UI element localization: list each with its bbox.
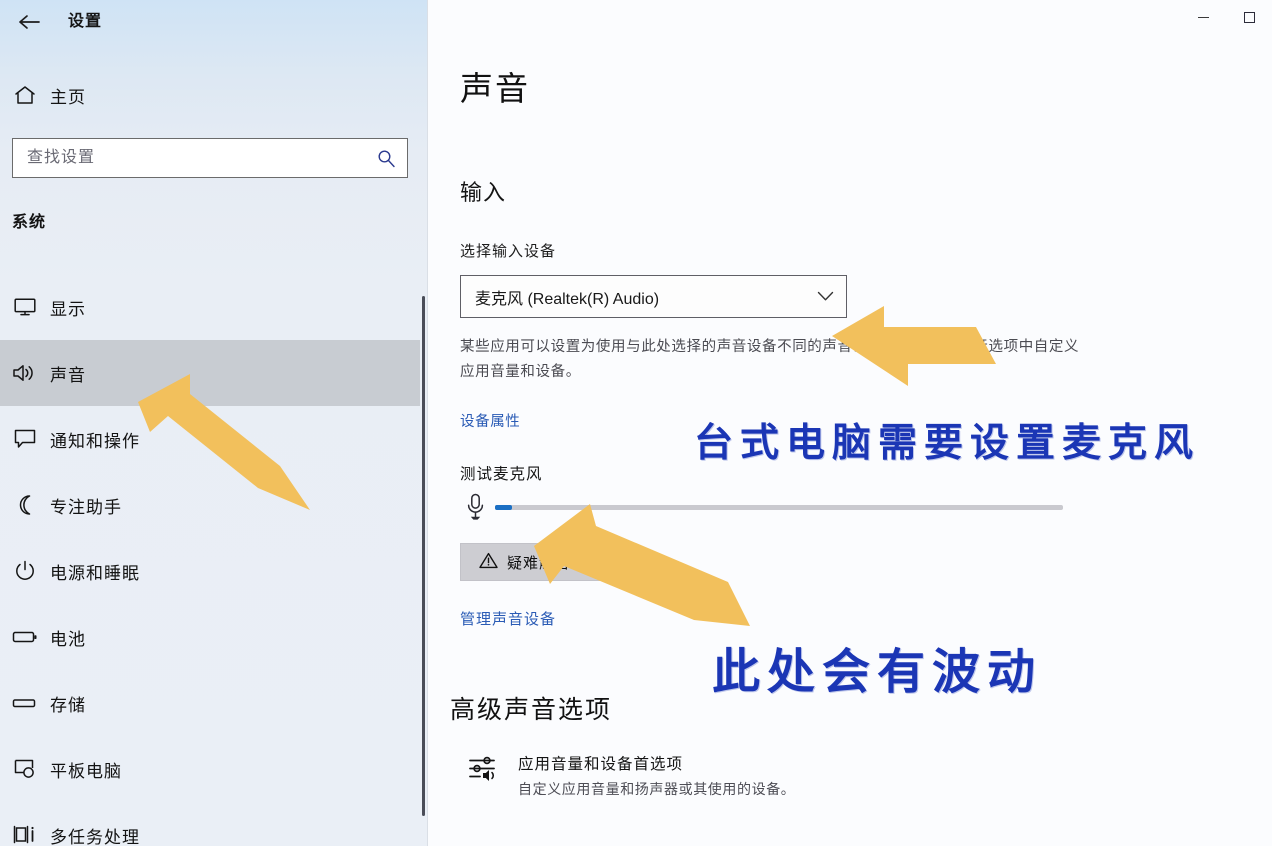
sidebar-titlebar: 设置	[0, 0, 428, 46]
input-device-dropdown[interactable]: 麦克风 (Realtek(R) Audio)	[460, 275, 847, 318]
search-box[interactable]	[12, 138, 408, 178]
app-volume-preferences-subtitle: 自定义应用音量和扬声器或其使用的设备。	[518, 781, 796, 797]
annotation-text-2: 此处会有波动	[712, 646, 1043, 699]
sidebar-item-sound-label: 声音	[50, 365, 86, 385]
multitask-icon	[0, 824, 50, 846]
moon-icon	[0, 494, 50, 516]
sidebar-item-focus-assist[interactable]: 专注助手	[0, 472, 420, 538]
maximize-icon	[1243, 11, 1255, 23]
troubleshoot-button[interactable]: 疑难解答	[460, 543, 625, 581]
search-icon[interactable]	[365, 139, 407, 177]
sidebar-group-title: 系统	[12, 214, 47, 231]
sidebar-item-battery-label: 电池	[50, 629, 86, 649]
input-device-description: 某些应用可以设置为使用与此处选择的声音设备不同的声音设备。请在高级声音选项中自定…	[460, 339, 1080, 381]
maximize-button[interactable]	[1226, 0, 1272, 34]
speech-bubble-icon	[0, 428, 50, 450]
sidebar-item-power-sleep[interactable]: 电源和睡眠	[0, 538, 420, 604]
speaker-icon	[0, 363, 50, 383]
sidebar-item-focus-assist-label: 专注助手	[50, 497, 122, 517]
sliders-volume-icon	[468, 752, 502, 789]
sidebar-item-battery[interactable]: 电池	[0, 604, 420, 670]
app-volume-preferences-item[interactable]: 应用音量和设备首选项 自定义应用音量和扬声器或其使用的设备。	[468, 752, 1028, 799]
input-section-title: 输入	[460, 180, 507, 205]
annotation-text-1: 台式电脑需要设置麦克风	[694, 422, 1201, 465]
sidebar: 设置 主页 系统	[0, 0, 428, 846]
microphone-level-meter[interactable]	[495, 505, 1063, 510]
app-volume-preferences-title: 应用音量和设备首选项	[518, 756, 684, 773]
sidebar-item-display-label: 显示	[50, 299, 86, 319]
back-arrow-icon[interactable]	[12, 6, 46, 38]
battery-icon	[0, 629, 50, 645]
app-title: 设置	[68, 13, 103, 30]
sidebar-item-sound[interactable]: 声音	[0, 340, 420, 406]
sidebar-item-tablet[interactable]: 平板电脑	[0, 736, 420, 802]
chevron-down-icon	[804, 291, 846, 302]
monitor-icon	[0, 297, 50, 317]
search-input[interactable]	[13, 139, 365, 177]
device-properties-link[interactable]: 设备属性	[460, 410, 520, 431]
sidebar-scrollbar-thumb[interactable]	[422, 296, 425, 816]
sidebar-item-notifications-label: 通知和操作	[50, 431, 140, 451]
microphone-icon	[460, 492, 490, 522]
sidebar-item-home[interactable]: 主页	[0, 72, 420, 118]
sidebar-nav: 显示 声音 通知和操作 专注助手 电源和睡眠 电池 存储 平板电脑 多任务处理	[0, 274, 420, 846]
storage-icon	[0, 696, 50, 710]
advanced-section-title: 高级声音选项	[450, 696, 613, 724]
troubleshoot-button-label: 疑难解答	[507, 554, 572, 572]
home-icon	[0, 85, 50, 105]
page-title: 声音	[460, 70, 530, 107]
sidebar-item-home-label: 主页	[50, 87, 86, 107]
main-content: 声音 输入 选择输入设备 麦克风 (Realtek(R) Audio) 某些应用…	[428, 0, 1272, 846]
power-icon	[0, 560, 50, 582]
minimize-icon	[1197, 16, 1209, 18]
warning-triangle-icon	[479, 552, 498, 573]
sidebar-item-storage[interactable]: 存储	[0, 670, 420, 736]
input-device-value: 麦克风 (Realtek(R) Audio)	[475, 290, 660, 308]
sidebar-item-power-sleep-label: 电源和睡眠	[50, 563, 140, 583]
microphone-level-fill	[495, 505, 512, 510]
input-device-label: 选择输入设备	[460, 243, 557, 260]
sidebar-item-storage-label: 存储	[50, 695, 86, 715]
sidebar-item-tablet-label: 平板电脑	[50, 761, 122, 781]
sidebar-item-multitasking-label: 多任务处理	[50, 827, 140, 846]
manage-sound-devices-link[interactable]: 管理声音设备	[460, 608, 556, 629]
settings-window: 设置 主页 系统	[0, 0, 1272, 846]
tablet-icon	[0, 758, 50, 780]
sidebar-item-display[interactable]: 显示	[0, 274, 420, 340]
minimize-button[interactable]	[1180, 0, 1226, 34]
sidebar-item-notifications[interactable]: 通知和操作	[0, 406, 420, 472]
window-controls	[1180, 0, 1272, 34]
test-microphone-label: 测试麦克风	[460, 466, 543, 483]
sidebar-item-multitasking[interactable]: 多任务处理	[0, 802, 420, 846]
